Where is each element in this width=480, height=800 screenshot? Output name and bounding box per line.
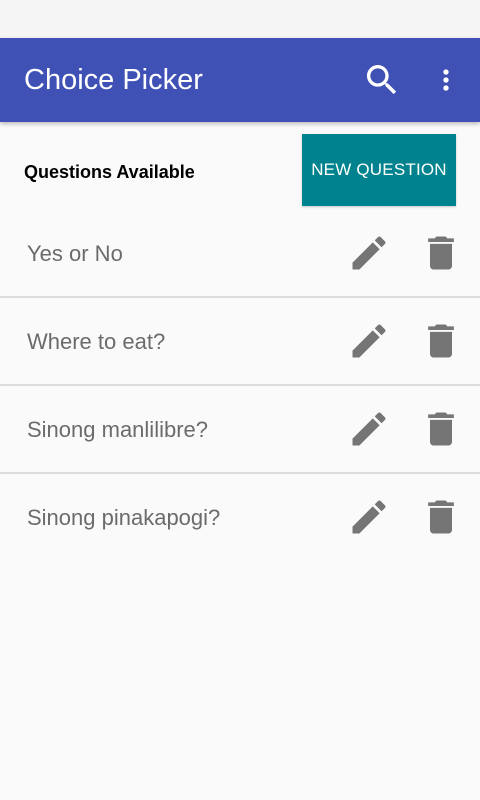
edit-button[interactable] (346, 494, 392, 540)
delete-button[interactable] (418, 494, 464, 540)
trash-icon (428, 236, 454, 270)
question-row[interactable]: Yes or No (0, 210, 480, 298)
new-question-button[interactable]: NEW QUESTION (302, 134, 456, 206)
search-button[interactable] (358, 56, 406, 104)
trash-icon (428, 500, 454, 534)
section-title: Questions Available (24, 162, 195, 182)
edit-button[interactable] (346, 318, 392, 364)
delete-button[interactable] (418, 406, 464, 452)
edit-button[interactable] (346, 230, 392, 276)
more-vert-icon (443, 69, 449, 91)
delete-button[interactable] (418, 230, 464, 276)
question-list: Yes or No Where to eat? Sinong manlilibr… (0, 210, 480, 562)
status-bar (0, 0, 480, 38)
question-row[interactable]: Sinong pinakapogi? (0, 474, 480, 562)
question-row[interactable]: Sinong manlilibre? (0, 386, 480, 474)
question-row[interactable]: Where to eat? (0, 298, 480, 386)
overflow-menu-button[interactable] (424, 56, 468, 104)
pencil-icon (352, 236, 386, 270)
trash-icon (428, 324, 454, 358)
trash-icon (428, 412, 454, 446)
questions-header: Questions Available NEW QUESTION (0, 122, 480, 222)
question-text: Yes or No (27, 241, 123, 266)
app-bar: Choice Picker (0, 38, 480, 122)
app-title: Choice Picker (24, 64, 203, 96)
question-text: Sinong pinakapogi? (27, 505, 221, 530)
question-text: Sinong manlilibre? (27, 417, 208, 442)
delete-button[interactable] (418, 318, 464, 364)
pencil-icon (352, 500, 386, 534)
pencil-icon (352, 412, 386, 446)
search-icon (367, 65, 397, 95)
pencil-icon (352, 324, 386, 358)
question-text: Where to eat? (27, 329, 166, 354)
edit-button[interactable] (346, 406, 392, 452)
